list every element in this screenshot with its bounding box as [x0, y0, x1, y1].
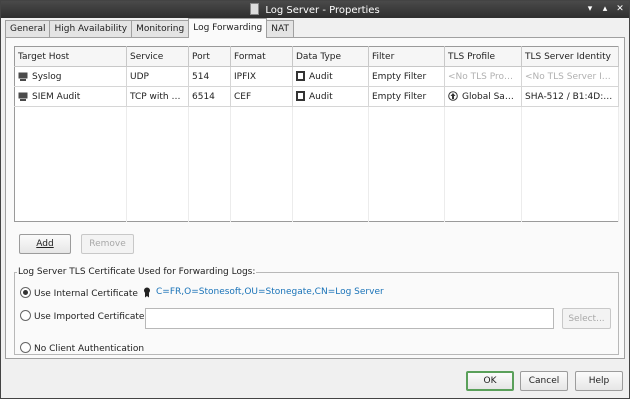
port-cell[interactable]: 514 [188, 66, 231, 87]
minimize-button[interactable]: ▾ [584, 4, 596, 15]
column-header-port[interactable]: Port [188, 46, 231, 67]
tls-profile-icon [448, 91, 458, 101]
tab-bar: General High Availability Monitoring Log… [5, 18, 294, 38]
audit-icon [296, 91, 305, 101]
column-header-data-type[interactable]: Data Type [292, 46, 369, 67]
tls-server-identity-cell[interactable]: <No TLS Server Iden... [521, 66, 619, 87]
target-host-cell[interactable]: Syslog [14, 66, 127, 87]
column-header-format[interactable]: Format [230, 46, 293, 67]
host-icon [18, 72, 28, 81]
cancel-button[interactable]: Cancel [520, 371, 568, 391]
service-cell[interactable]: UDP [126, 66, 189, 87]
filter-cell[interactable]: Empty Filter [368, 86, 445, 107]
help-button[interactable]: Help [575, 371, 623, 391]
certificate-icon [144, 287, 150, 298]
select-certificate-button[interactable]: Select... [562, 308, 611, 329]
data-type-cell[interactable]: Audit [292, 86, 369, 107]
audit-icon [296, 71, 305, 81]
radio-selected-icon [20, 287, 31, 298]
tls-certificate-group: Log Server TLS Certificate Used for Forw… [14, 267, 619, 355]
tls-certificate-group-legend: Log Server TLS Certificate Used for Forw… [18, 267, 256, 277]
filter-cell[interactable]: Empty Filter [368, 66, 445, 87]
internal-certificate-value: C=FR,O=Stonesoft,OU=Stonegate,CN=Log Ser… [156, 287, 384, 297]
add-button[interactable]: Add [19, 234, 71, 254]
close-button[interactable]: ✕ [614, 4, 626, 15]
title-bar[interactable]: Log Server - Properties ▾ ▴ ✕ [1, 1, 629, 18]
tls-profile-cell[interactable]: Global San... [444, 86, 522, 107]
tab-nat[interactable]: NAT [266, 20, 294, 38]
table-header-row: Target Host Service Port Format Data Typ… [14, 46, 619, 67]
radio-unselected-icon [20, 310, 31, 321]
imported-certificate-field[interactable] [145, 308, 554, 329]
column-header-target-host[interactable]: Target Host [14, 46, 127, 67]
port-cell[interactable]: 6514 [188, 86, 231, 107]
window-title: Log Server - Properties [1, 3, 629, 16]
remove-button[interactable]: Remove [81, 234, 134, 254]
no-client-authentication-radio[interactable]: No Client Authentication [20, 342, 144, 354]
properties-window: Log Server - Properties ▾ ▴ ✕ General Hi… [0, 0, 630, 399]
radio-unselected-icon [20, 342, 31, 353]
data-type-cell[interactable]: Audit [292, 66, 369, 87]
table-row[interactable]: Syslog UDP 514 IPFIX Audit Empty Filter … [14, 66, 619, 87]
format-cell[interactable]: CEF [230, 86, 293, 107]
maximize-button[interactable]: ▴ [599, 4, 611, 15]
forwarding-rules-table[interactable]: Target Host Service Port Format Data Typ… [14, 46, 619, 222]
tab-log-forwarding[interactable]: Log Forwarding [188, 18, 268, 38]
use-imported-certificate-radio[interactable]: Use Imported Certificate [20, 310, 144, 322]
column-header-tls-profile[interactable]: TLS Profile [444, 46, 522, 67]
column-header-service[interactable]: Service [126, 46, 189, 67]
tab-general[interactable]: General [5, 20, 51, 38]
column-header-tls-server-identity[interactable]: TLS Server Identity [521, 46, 619, 67]
target-host-cell[interactable]: SIEM Audit [14, 86, 127, 107]
host-icon [18, 92, 28, 101]
table-empty-area [14, 106, 619, 222]
tab-high-availability[interactable]: High Availability [49, 20, 133, 38]
format-cell[interactable]: IPFIX [230, 66, 293, 87]
server-icon [250, 3, 260, 15]
ok-button[interactable]: OK [466, 371, 514, 391]
table-row[interactable]: SIEM Audit TCP with TLS 6514 CEF Audit E… [14, 86, 619, 107]
tab-monitoring[interactable]: Monitoring [131, 20, 190, 38]
tls-server-identity-cell[interactable]: SHA-512 / B1:4D:CB:... [521, 86, 619, 107]
tls-profile-cell[interactable]: <No TLS Profile> [444, 66, 522, 87]
use-internal-certificate-radio[interactable]: Use Internal Certificate [20, 287, 138, 299]
service-cell[interactable]: TCP with TLS [126, 86, 189, 107]
column-header-filter[interactable]: Filter [368, 46, 445, 67]
log-forwarding-panel: Target Host Service Port Format Data Typ… [5, 37, 625, 359]
